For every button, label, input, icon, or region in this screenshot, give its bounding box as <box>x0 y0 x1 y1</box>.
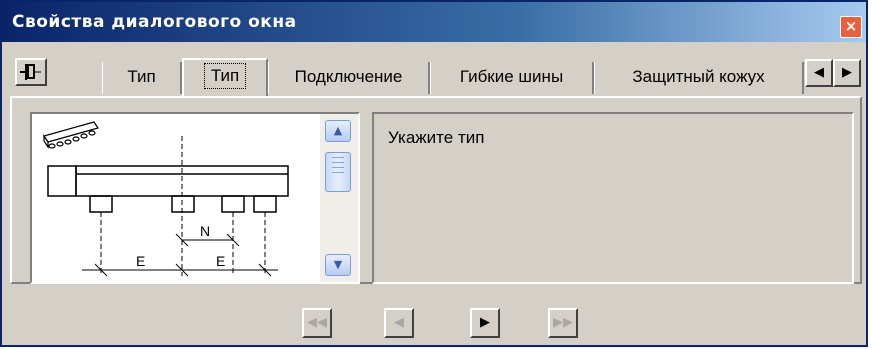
title-bar[interactable]: Свойства диалогового окна × <box>2 2 866 42</box>
scroll-thumb[interactable] <box>325 152 351 192</box>
busbar-type-diagram[interactable]: N E E <box>32 114 322 282</box>
tab-label: Гибкие шины <box>459 67 564 86</box>
double-right-icon: ▶▶ <box>553 315 573 330</box>
scroll-up-button[interactable]: ▲ <box>325 120 351 142</box>
window-title: Свойства диалогового окна <box>12 12 297 32</box>
chevron-down-icon: ▼ <box>333 258 343 271</box>
dimension-n-label: N <box>200 223 210 239</box>
tab-zashchitny-kozhukh[interactable]: Защитный кожух <box>594 62 804 94</box>
chevron-up-icon: ▲ <box>333 124 343 137</box>
type-list[interactable]: N E E <box>30 112 360 284</box>
triangle-right-icon: ▶ <box>842 65 852 80</box>
navigation-buttons: ◀◀ ◀ ▶ ▶▶ <box>2 308 870 338</box>
tab-tip-1[interactable]: Тип <box>102 62 182 94</box>
right-icon: ▶ <box>480 315 490 330</box>
left-icon: ◀ <box>394 315 404 330</box>
tab-label: Защитный кожух <box>632 67 765 86</box>
pin-button[interactable] <box>15 58 47 86</box>
triangle-left-icon: ◀ <box>814 65 824 80</box>
pin-icon <box>20 64 41 80</box>
tab-tip-2[interactable]: Тип <box>182 58 268 96</box>
prev-page-button[interactable]: ◀ <box>384 308 414 338</box>
tab-label: Тип <box>203 63 247 89</box>
tab-scroll-right-button[interactable]: ▶ <box>833 59 861 87</box>
description-text: Укажите тип <box>388 128 485 147</box>
first-page-button[interactable]: ◀◀ <box>302 308 332 338</box>
list-scrollbar[interactable]: ▲ ▼ <box>320 114 358 282</box>
last-page-button[interactable]: ▶▶ <box>548 308 578 338</box>
dimension-e-label: E <box>136 253 145 269</box>
description-panel: Укажите тип <box>372 112 854 284</box>
tab-gibkie-shiny[interactable]: Гибкие шины <box>430 62 594 94</box>
next-page-button[interactable]: ▶ <box>470 308 500 338</box>
scroll-down-button[interactable]: ▼ <box>325 254 351 276</box>
tab-podklyuchenie[interactable]: Подключение <box>268 62 430 94</box>
dialog-window: Свойства диалогового окна × Тип Тип Подк… <box>0 0 868 347</box>
double-left-icon: ◀◀ <box>307 315 327 330</box>
close-button[interactable]: × <box>840 16 862 38</box>
tab-label: Тип <box>127 67 156 86</box>
dimension-e-label: E <box>216 253 225 269</box>
close-icon: × <box>844 17 858 35</box>
tab-scroll-left-button[interactable]: ◀ <box>805 59 833 87</box>
tab-label: Подключение <box>294 67 403 86</box>
busbar-thumbnail-icon <box>43 121 99 149</box>
